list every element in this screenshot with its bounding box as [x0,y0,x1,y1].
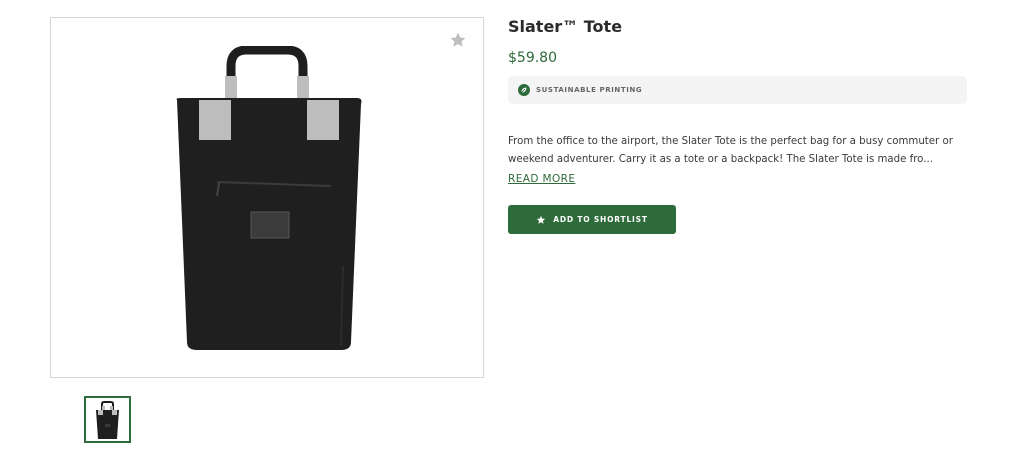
product-info: Slater™ Tote $59.80 SUSTAINABLE PRINTING… [508,16,968,234]
product-page: Slater™ Tote $59.80 SUSTAINABLE PRINTING… [0,0,1024,450]
product-thumbnail[interactable] [84,396,131,443]
sustainable-printing-badge: SUSTAINABLE PRINTING [508,76,967,104]
shortlist-button-label: ADD TO SHORTLIST [553,215,648,224]
add-to-shortlist-button[interactable]: ADD TO SHORTLIST [508,205,676,234]
tote-bag-image [176,46,362,350]
product-price: $59.80 [508,50,557,66]
leaf-icon [518,84,530,96]
product-description: From the office to the airport, the Slat… [508,136,953,165]
star-icon [537,215,546,224]
product-title: Slater™ Tote [508,17,623,36]
badge-label: SUSTAINABLE PRINTING [536,86,643,94]
product-main-image [50,17,484,378]
read-more-link[interactable]: READ MORE [508,171,575,187]
favorite-star-icon[interactable] [449,31,467,49]
